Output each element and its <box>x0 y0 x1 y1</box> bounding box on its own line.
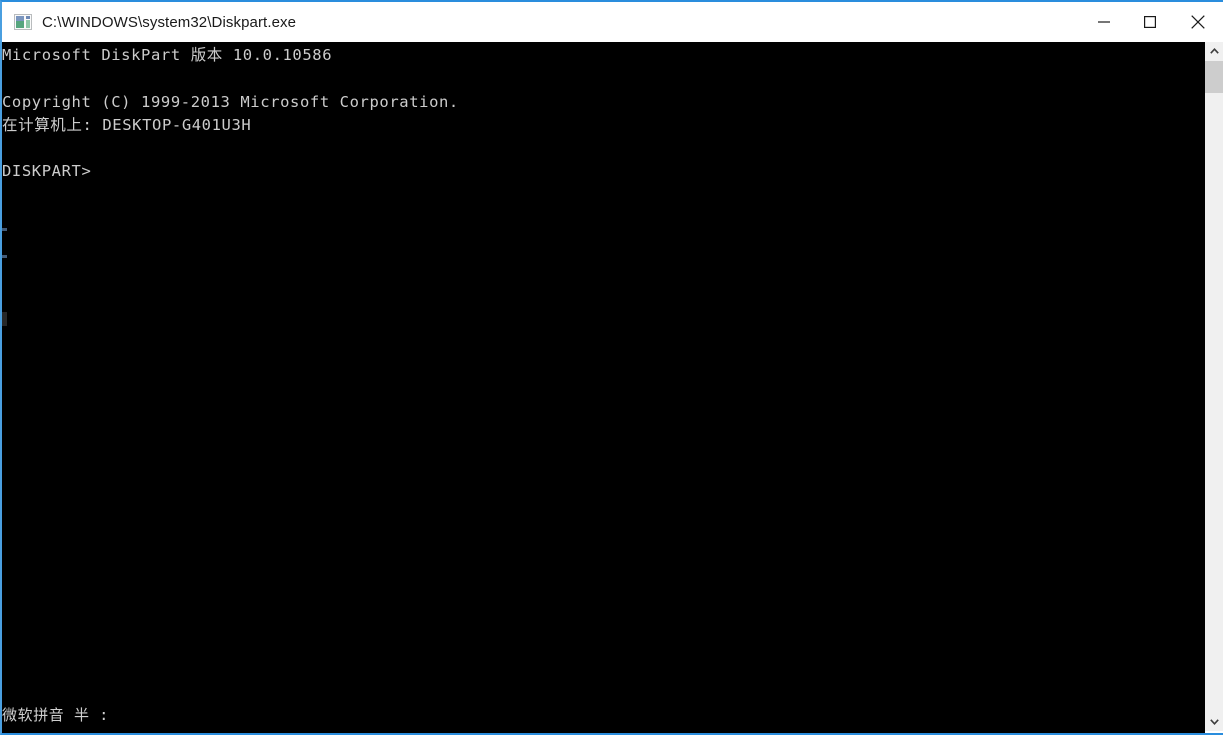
chevron-down-icon <box>1209 719 1219 725</box>
window-controls <box>1081 2 1223 42</box>
scroll-down-button[interactable] <box>1205 713 1223 731</box>
scroll-up-button[interactable] <box>1205 42 1223 60</box>
scrollbar-track[interactable] <box>1205 60 1223 713</box>
scrollbar-thumb[interactable] <box>1205 61 1223 93</box>
icon-block-bottom-left <box>16 21 24 28</box>
icon-block-bottom-right <box>26 20 30 28</box>
maximize-button[interactable] <box>1127 2 1173 42</box>
vertical-scrollbar[interactable] <box>1205 42 1223 731</box>
console-window: C:\WINDOWS\system32\Diskpart.exe Microso… <box>0 0 1223 735</box>
icon-block-top-right <box>26 16 30 19</box>
background-window-artifact <box>2 312 7 326</box>
window-title: C:\WINDOWS\system32\Diskpart.exe <box>42 13 297 31</box>
console-app-icon[interactable] <box>14 14 32 30</box>
close-icon <box>1191 15 1205 29</box>
console-output-area[interactable]: Microsoft DiskPart 版本 10.0.10586 Copyrig… <box>2 42 1205 733</box>
chevron-up-icon <box>1209 48 1219 54</box>
ime-status-indicator: 微软拼音 半 : <box>2 706 109 724</box>
minimize-icon <box>1098 21 1110 23</box>
background-window-artifact <box>2 228 7 231</box>
close-button[interactable] <box>1173 2 1223 42</box>
maximize-icon <box>1144 16 1156 28</box>
console-text: Microsoft DiskPart 版本 10.0.10586 Copyrig… <box>2 46 459 181</box>
minimize-button[interactable] <box>1081 2 1127 42</box>
background-window-artifact <box>2 255 7 258</box>
title-bar[interactable]: C:\WINDOWS\system32\Diskpart.exe <box>2 2 1223 42</box>
